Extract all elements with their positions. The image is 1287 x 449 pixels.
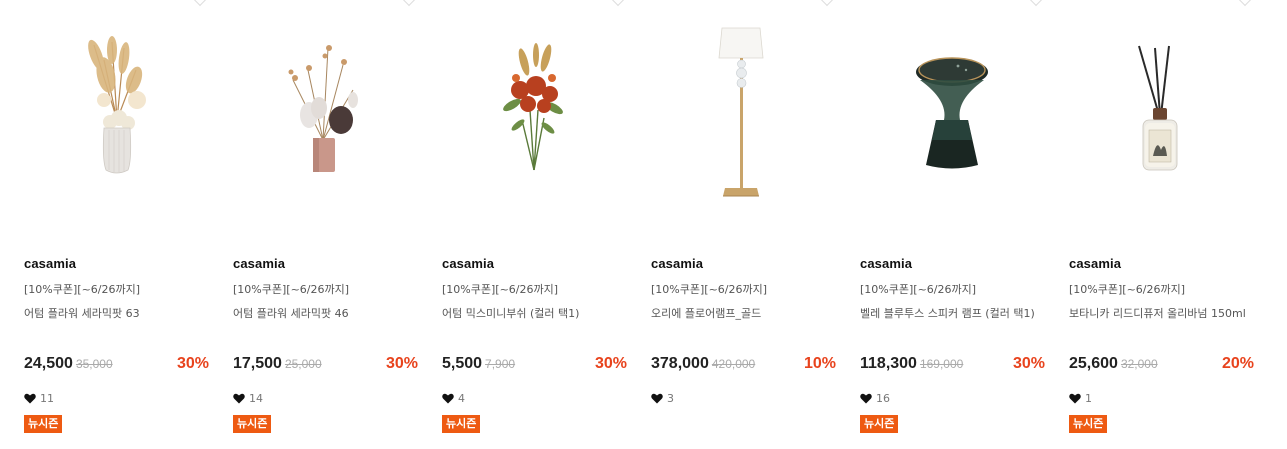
original-price: 25,000 [284,357,322,371]
heart-icon[interactable] [1069,393,1081,404]
product-brand[interactable]: casamia [24,256,76,271]
product-coupon: [10%쿠폰][~6/26까지] [1069,283,1186,296]
reed-diffuser-image[interactable] [1069,0,1254,232]
like-count-value: 14 [249,391,263,405]
new-season-badge: 뉴시즌 [24,415,63,433]
product-card[interactable]: casamia [10%쿠폰][~6/26까지] 오리에 플로어램프_골드 37… [651,0,836,449]
mini-bush-bouquet-image[interactable] [442,0,627,232]
sale-price: 5,500 [442,355,483,372]
product-card[interactable]: casamia [10%쿠폰][~6/26까지] 어텀 플라워 세라믹팟 63 … [24,0,209,449]
heart-icon[interactable] [651,393,663,404]
like-count[interactable]: 11 [24,391,54,405]
sale-price: 17,500 [233,355,282,372]
speaker-lamp-image[interactable] [860,0,1045,232]
heart-icon[interactable] [442,393,454,404]
discount-rate: 30% [176,355,209,372]
floor-lamp-image[interactable] [651,0,836,232]
heart-icon[interactable] [233,393,245,404]
product-name[interactable]: 어텀 플라워 세라믹팟 63 [24,305,140,321]
price-group: 24,500 35,000 [24,355,113,373]
flower-pink-pot-image[interactable] [233,0,418,232]
product-card[interactable]: casamia [10%쿠폰][~6/26까지] 어텀 믹스미니부쉬 (컬러 택… [442,0,627,449]
product-brand[interactable]: casamia [1069,256,1121,271]
price-row: 24,500 35,000 30% [24,355,209,375]
new-season-badge: 뉴시즌 [442,415,481,433]
product-name[interactable]: 벨레 블루투스 스피커 램프 (컬러 택1) [860,305,1035,321]
dried-flower-vase-image[interactable] [24,0,209,232]
product-brand[interactable]: casamia [860,256,912,271]
sale-price: 118,300 [860,355,917,372]
product-coupon: [10%쿠폰][~6/26까지] [651,283,768,296]
like-count[interactable]: 4 [442,391,465,405]
product-name[interactable]: 오리에 플로어램프_골드 [651,305,761,321]
new-season-badge: 뉴시즌 [1069,415,1108,433]
original-price: 420,000 [711,357,756,371]
price-row: 5,500 7,900 30% [442,355,627,375]
product-brand[interactable]: casamia [442,256,494,271]
product-name[interactable]: 보타니카 리드디퓨저 올리바넘 150ml [1069,305,1246,321]
product-brand[interactable]: casamia [651,256,703,271]
heart-icon[interactable] [860,393,872,404]
product-card[interactable]: casamia [10%쿠폰][~6/26까지] 벨레 블루투스 스피커 램프 … [860,0,1045,449]
discount-rate: 20% [1221,355,1254,372]
price-group: 25,600 32,000 [1069,355,1158,373]
like-count-value: 1 [1085,391,1092,405]
price-row: 25,600 32,000 20% [1069,355,1254,375]
price-group: 17,500 25,000 [233,355,322,373]
heart-icon[interactable] [24,393,36,404]
product-name[interactable]: 어텀 플라워 세라믹팟 46 [233,305,349,321]
price-row: 118,300 169,000 30% [860,355,1045,375]
original-price: 35,000 [75,357,113,371]
original-price: 7,900 [485,357,516,371]
like-count[interactable]: 1 [1069,391,1092,405]
like-count[interactable]: 3 [651,391,674,405]
like-count[interactable]: 16 [860,391,890,405]
product-card[interactable]: casamia [10%쿠폰][~6/26까지] 어텀 플라워 세라믹팟 46 … [233,0,418,449]
product-card[interactable]: casamia [10%쿠폰][~6/26까지] 보타니카 리드디퓨저 올리바넘… [1069,0,1254,449]
original-price: 32,000 [1120,357,1158,371]
price-row: 17,500 25,000 30% [233,355,418,375]
discount-rate: 30% [385,355,418,372]
like-count-value: 16 [876,391,890,405]
product-coupon: [10%쿠폰][~6/26까지] [233,283,350,296]
discount-rate: 30% [1012,355,1045,372]
sale-price: 24,500 [24,355,73,372]
discount-rate: 10% [803,355,836,372]
price-group: 118,300 169,000 [860,355,963,373]
product-brand[interactable]: casamia [233,256,285,271]
like-count-value: 4 [458,391,465,405]
product-coupon: [10%쿠폰][~6/26까지] [442,283,559,296]
new-season-badge: 뉴시즌 [233,415,272,433]
sale-price: 25,600 [1069,355,1118,372]
sale-price: 378,000 [651,355,709,372]
product-grid: casamia [10%쿠폰][~6/26까지] 어텀 플라워 세라믹팟 63 … [0,0,1287,449]
price-group: 5,500 7,900 [442,355,515,373]
price-group: 378,000 420,000 [651,355,755,373]
new-season-badge: 뉴시즌 [860,415,899,433]
like-count-value: 11 [40,391,54,405]
product-coupon: [10%쿠폰][~6/26까지] [860,283,977,296]
like-count[interactable]: 14 [233,391,263,405]
like-count-value: 3 [667,391,674,405]
product-name[interactable]: 어텀 믹스미니부쉬 (컬러 택1) [442,305,579,321]
product-coupon: [10%쿠폰][~6/26까지] [24,283,141,296]
discount-rate: 30% [594,355,627,372]
original-price: 169,000 [919,357,964,371]
price-row: 378,000 420,000 10% [651,355,836,375]
